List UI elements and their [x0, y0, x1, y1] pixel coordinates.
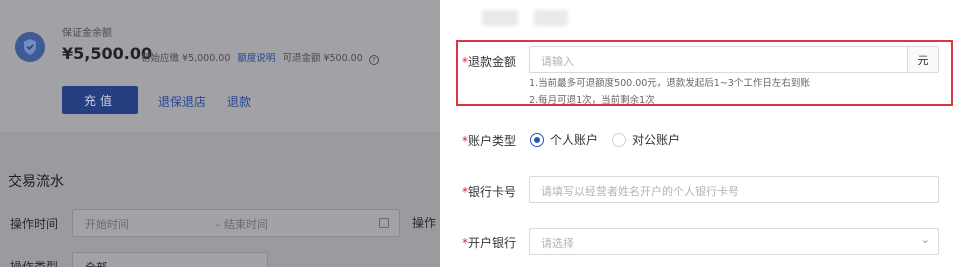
- refund-tip-2: 2.每月可退1次，当前剩余1次: [529, 95, 655, 106]
- deposit-details: 初始应缴 ¥5,000.00 额度说明 可退金额 ¥500.00 ?: [141, 50, 379, 65]
- type-select[interactable]: 全部 ⌄: [72, 252, 268, 267]
- radio-selected-icon: [530, 132, 544, 147]
- refund-amount-input[interactable]: 请输入 元: [529, 46, 939, 73]
- end-time-placeholder: – 结束时间: [215, 218, 268, 231]
- section-title: 交易流水: [8, 174, 64, 190]
- refund-drawer: *退款金额 请输入 元 1.当前最多可退额度500.00元，退款发起后1~3个工…: [440, 0, 970, 267]
- deposit-label: 保证金余额: [62, 28, 112, 39]
- start-time-placeholder: 开始时间: [85, 218, 129, 231]
- radio-personal-account[interactable]: 个人账户: [530, 131, 598, 148]
- bank-select-placeholder: 请选择: [541, 237, 574, 250]
- withdraw-store-link[interactable]: 退保退店: [158, 93, 206, 110]
- currency-unit: 元: [907, 47, 938, 72]
- operator-filter-label: 操作: [412, 216, 437, 230]
- deposit-amount: ¥5,500.00: [62, 44, 153, 63]
- radio-corporate-account[interactable]: 对公账户: [612, 131, 680, 148]
- blurred-title: [482, 8, 570, 28]
- bank-select[interactable]: 请选择 ⌄: [529, 228, 939, 255]
- help-icon[interactable]: ?: [368, 55, 379, 65]
- account-type-label: *账户类型: [461, 134, 516, 148]
- initial-due: 初始应缴 ¥5,000.00: [141, 53, 231, 64]
- date-range-picker[interactable]: 开始时间 – 结束时间: [72, 209, 400, 237]
- background-page: 保证金余额 ¥5,500.00 初始应缴 ¥5,000.00 额度说明 可退金额…: [0, 0, 440, 267]
- time-filter-label: 操作时间: [10, 217, 59, 231]
- bank-label: *开户银行: [461, 236, 516, 250]
- refund-link[interactable]: 退款: [227, 93, 251, 110]
- available-amount: 可退金额 ¥500.00: [282, 53, 363, 64]
- type-filter-label: 操作类型: [10, 260, 59, 267]
- refund-tip-1: 1.当前最多可退额度500.00元，退款发起后1~3个工作日左右到账: [529, 78, 810, 89]
- refund-amount-placeholder: 请输入: [541, 55, 574, 68]
- chevron-down-icon: ⌄: [920, 233, 930, 246]
- bank-card-placeholder: 请填写以经营者姓名开户的个人银行卡号: [541, 185, 739, 198]
- bank-card-label: *银行卡号: [461, 185, 516, 199]
- chevron-down-icon: ⌄: [85, 257, 94, 267]
- shield-icon: [15, 32, 45, 62]
- radio-unselected-icon: [612, 132, 626, 147]
- calendar-icon: [379, 218, 389, 228]
- deposit-card: 保证金余额 ¥5,500.00 初始应缴 ¥5,000.00 额度说明 可退金额…: [0, 0, 440, 132]
- bank-card-input[interactable]: 请填写以经营者姓名开户的个人银行卡号: [529, 176, 939, 203]
- refund-amount-label: *退款金额: [461, 55, 516, 69]
- quota-link[interactable]: 额度说明: [237, 53, 275, 64]
- recharge-button[interactable]: 充值: [62, 86, 138, 114]
